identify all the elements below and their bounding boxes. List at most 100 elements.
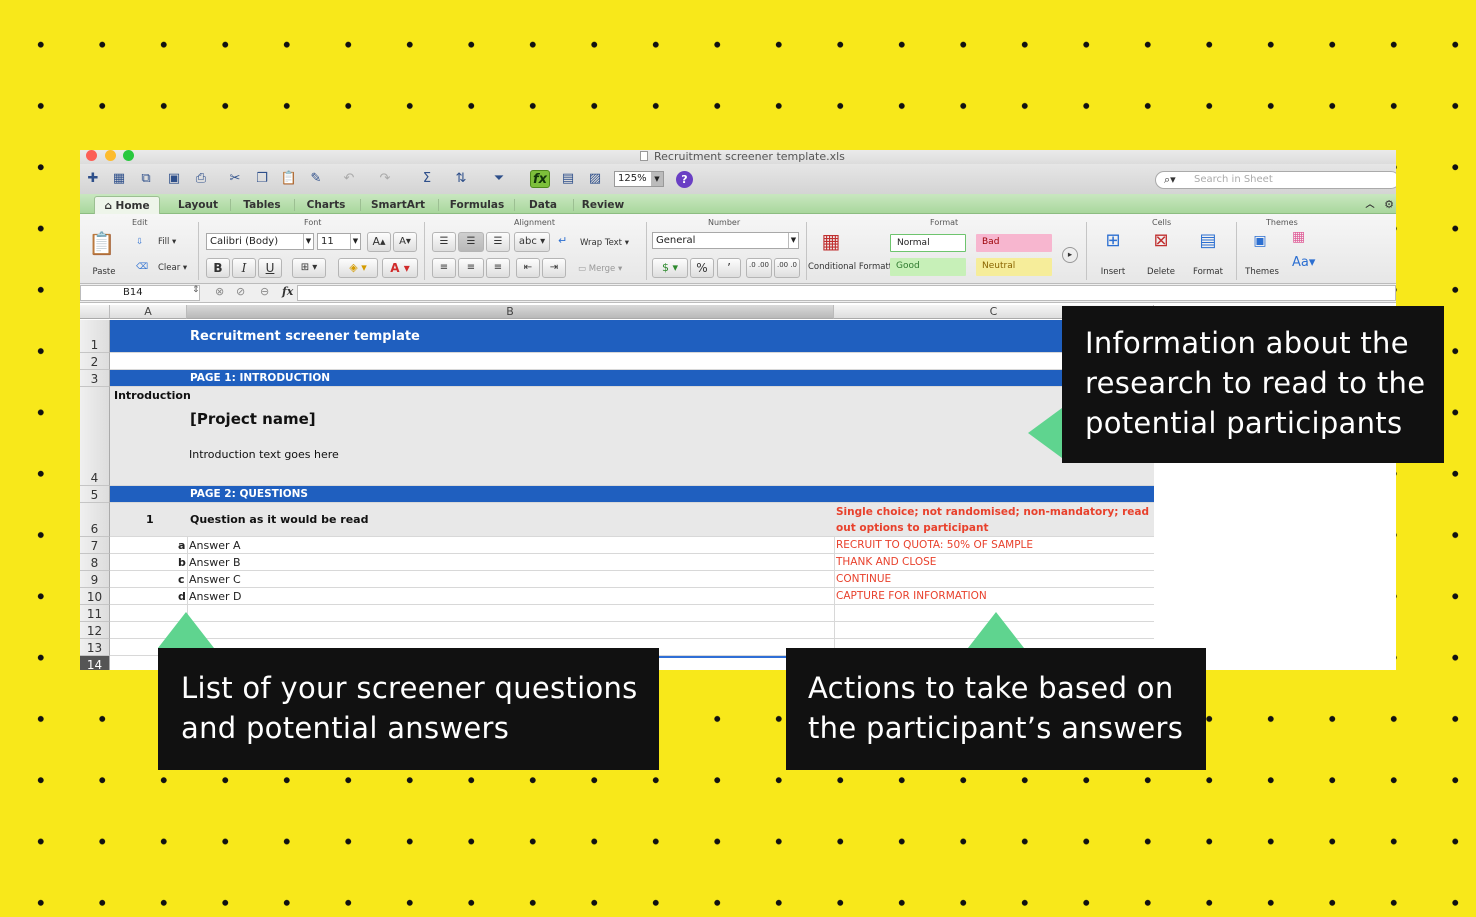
sidebar-icon[interactable]: ▤ bbox=[558, 170, 578, 188]
print-icon[interactable]: ⎙ bbox=[191, 170, 211, 188]
column-header-b[interactable]: B bbox=[187, 305, 834, 319]
tab-layout[interactable]: Layout bbox=[170, 196, 226, 214]
tab-home[interactable]: ⌂ Home bbox=[94, 196, 160, 214]
increase-font-button[interactable]: A▴ bbox=[367, 232, 391, 252]
align-right-button[interactable]: ≡ bbox=[486, 258, 510, 278]
cancel-formula-icon[interactable]: ⊗ bbox=[215, 285, 224, 298]
row-header[interactable]: 3 bbox=[80, 370, 110, 387]
row-header[interactable]: 1 bbox=[80, 320, 110, 353]
new-document-icon[interactable]: ✚ bbox=[83, 170, 103, 188]
insert-button-label[interactable]: Insert bbox=[1096, 267, 1130, 277]
row-cells[interactable]: 1 Question as it would be read Single ch… bbox=[110, 503, 1154, 537]
font-name-select[interactable]: Calibri (Body) ▼ bbox=[206, 233, 314, 250]
cut-icon[interactable]: ✂ bbox=[225, 170, 245, 188]
filter-icon[interactable]: ⏷ bbox=[489, 170, 509, 188]
tab-charts[interactable]: Charts bbox=[300, 196, 352, 214]
decrease-indent-button[interactable]: ⇤ bbox=[516, 258, 540, 278]
formula-builder-icon[interactable]: fx bbox=[530, 170, 550, 188]
row-cells[interactable]: a Answer A RECRUIT TO QUOTA: 50% OF SAMP… bbox=[110, 537, 1154, 554]
italic-button[interactable]: I bbox=[232, 258, 256, 278]
themes-button-label[interactable]: Themes bbox=[1242, 267, 1282, 277]
row-header[interactable]: 2 bbox=[80, 353, 110, 370]
delete-cells-icon[interactable]: ⊠ bbox=[1144, 228, 1178, 254]
row-header[interactable]: 4 bbox=[80, 387, 110, 486]
media-browser-icon[interactable]: ▨ bbox=[585, 170, 605, 188]
row-cells[interactable]: Introduction [Project name] Introduction… bbox=[110, 387, 1154, 486]
name-box-stepper-icon[interactable]: ⇕ bbox=[192, 285, 200, 295]
open-icon[interactable]: ⧉ bbox=[136, 170, 156, 188]
align-top-button[interactable]: ☰ bbox=[432, 232, 456, 252]
currency-button[interactable]: $ ▾ bbox=[652, 258, 688, 278]
percent-button[interactable]: % bbox=[690, 258, 714, 278]
row-cells[interactable]: d Answer D CAPTURE FOR INFORMATION bbox=[110, 588, 1154, 605]
style-normal[interactable]: Normal bbox=[890, 234, 966, 252]
insert-function-button[interactable]: fx bbox=[282, 285, 293, 298]
paste-icon[interactable]: 📋 bbox=[279, 170, 299, 188]
undo-icon[interactable]: ↶ bbox=[339, 170, 359, 188]
row-header[interactable]: 5 bbox=[80, 486, 110, 503]
row-header[interactable]: 6 bbox=[80, 503, 110, 537]
bold-button[interactable]: B bbox=[206, 258, 230, 278]
gallery-icon[interactable]: ▦ bbox=[109, 170, 129, 188]
tab-formulas[interactable]: Formulas bbox=[446, 196, 508, 214]
insert-cells-icon[interactable]: ⊞ bbox=[1096, 228, 1130, 254]
autosum-icon[interactable]: Σ bbox=[417, 170, 437, 188]
row-cells[interactable]: c Answer C CONTINUE bbox=[110, 571, 1154, 588]
styles-next-icon[interactable]: ▸ bbox=[1062, 247, 1078, 263]
themes-icon[interactable]: ▣ bbox=[1242, 228, 1278, 254]
comma-button[interactable]: ’ bbox=[717, 258, 741, 278]
theme-fonts-button[interactable]: Aa▾ bbox=[1292, 256, 1315, 269]
tab-tables[interactable]: Tables bbox=[236, 196, 288, 214]
row-header[interactable]: 9 bbox=[80, 571, 110, 588]
ribbon-settings-icon[interactable]: ⚙ bbox=[1382, 196, 1396, 214]
help-icon[interactable]: ? bbox=[676, 171, 693, 188]
row-header[interactable]: 11 bbox=[80, 605, 110, 622]
name-box[interactable]: B14 bbox=[80, 285, 200, 301]
decrease-font-button[interactable]: A▾ bbox=[393, 232, 417, 252]
style-good[interactable]: Good bbox=[890, 258, 966, 276]
minimize-window-button[interactable] bbox=[105, 150, 116, 161]
sort-icon[interactable]: ⇅ bbox=[451, 170, 471, 188]
tab-smartart[interactable]: SmartArt bbox=[368, 196, 428, 214]
row-header[interactable]: 8 bbox=[80, 554, 110, 571]
clear-button[interactable]: Clear ▾ bbox=[158, 263, 187, 273]
collapse-ribbon-icon[interactable]: ︿ bbox=[1362, 196, 1378, 214]
borders-button[interactable]: ⊞ ▾ bbox=[292, 258, 326, 278]
zoom-window-button[interactable] bbox=[123, 150, 134, 161]
select-all-corner[interactable] bbox=[80, 305, 110, 319]
fill-color-button[interactable]: ◈ ▾ bbox=[338, 258, 378, 278]
formula-input[interactable] bbox=[297, 285, 1396, 301]
row-cells[interactable]: PAGE 1: INTRODUCTION bbox=[110, 370, 1154, 387]
align-left-button[interactable]: ≡ bbox=[432, 258, 456, 278]
zoom-select[interactable]: 125% ▼ bbox=[614, 171, 664, 187]
paste-clipboard-icon[interactable]: 📋 bbox=[86, 232, 118, 258]
row-header[interactable]: 14 bbox=[80, 656, 110, 670]
align-bottom-button[interactable]: ☰ bbox=[486, 232, 510, 252]
paste-button-label[interactable]: Paste bbox=[88, 267, 120, 277]
decrease-decimal-button[interactable]: .00 .0 bbox=[774, 258, 800, 278]
fill-button[interactable]: Fill ▾ bbox=[158, 237, 176, 247]
conditional-formatting-button[interactable]: Conditional Formatting bbox=[808, 262, 905, 272]
row-cells[interactable] bbox=[110, 353, 1154, 370]
conditional-formatting-icon[interactable]: ▦ bbox=[813, 228, 849, 254]
formula-mode-icon[interactable]: ⊖ bbox=[260, 285, 269, 298]
font-size-select[interactable]: 11 ▼ bbox=[317, 233, 361, 250]
copy-icon[interactable]: ❐ bbox=[252, 170, 272, 188]
row-header[interactable]: 12 bbox=[80, 622, 110, 639]
row-cells[interactable]: b Answer B THANK AND CLOSE bbox=[110, 554, 1154, 571]
row-cells[interactable]: Recruitment screener template bbox=[110, 320, 1154, 353]
number-format-select[interactable]: General ▼ bbox=[652, 232, 799, 249]
redo-icon[interactable]: ↷ bbox=[375, 170, 395, 188]
align-middle-button[interactable]: ☰ bbox=[458, 232, 484, 252]
row-cells[interactable]: PAGE 2: QUESTIONS bbox=[110, 486, 1154, 503]
style-neutral[interactable]: Neutral bbox=[976, 258, 1052, 276]
font-color-button[interactable]: A ▾ bbox=[382, 258, 418, 278]
confirm-formula-icon[interactable]: ⊘ bbox=[236, 285, 245, 298]
align-center-button[interactable]: ≡ bbox=[458, 258, 484, 278]
wrap-text-button[interactable]: Wrap Text ▾ bbox=[580, 238, 629, 248]
format-cells-icon[interactable]: ▤ bbox=[1190, 228, 1226, 254]
increase-indent-button[interactable]: ⇥ bbox=[542, 258, 566, 278]
theme-colors-icon[interactable]: ▦ bbox=[1292, 230, 1305, 244]
row-header[interactable]: 10 bbox=[80, 588, 110, 605]
style-bad[interactable]: Bad bbox=[976, 234, 1052, 252]
